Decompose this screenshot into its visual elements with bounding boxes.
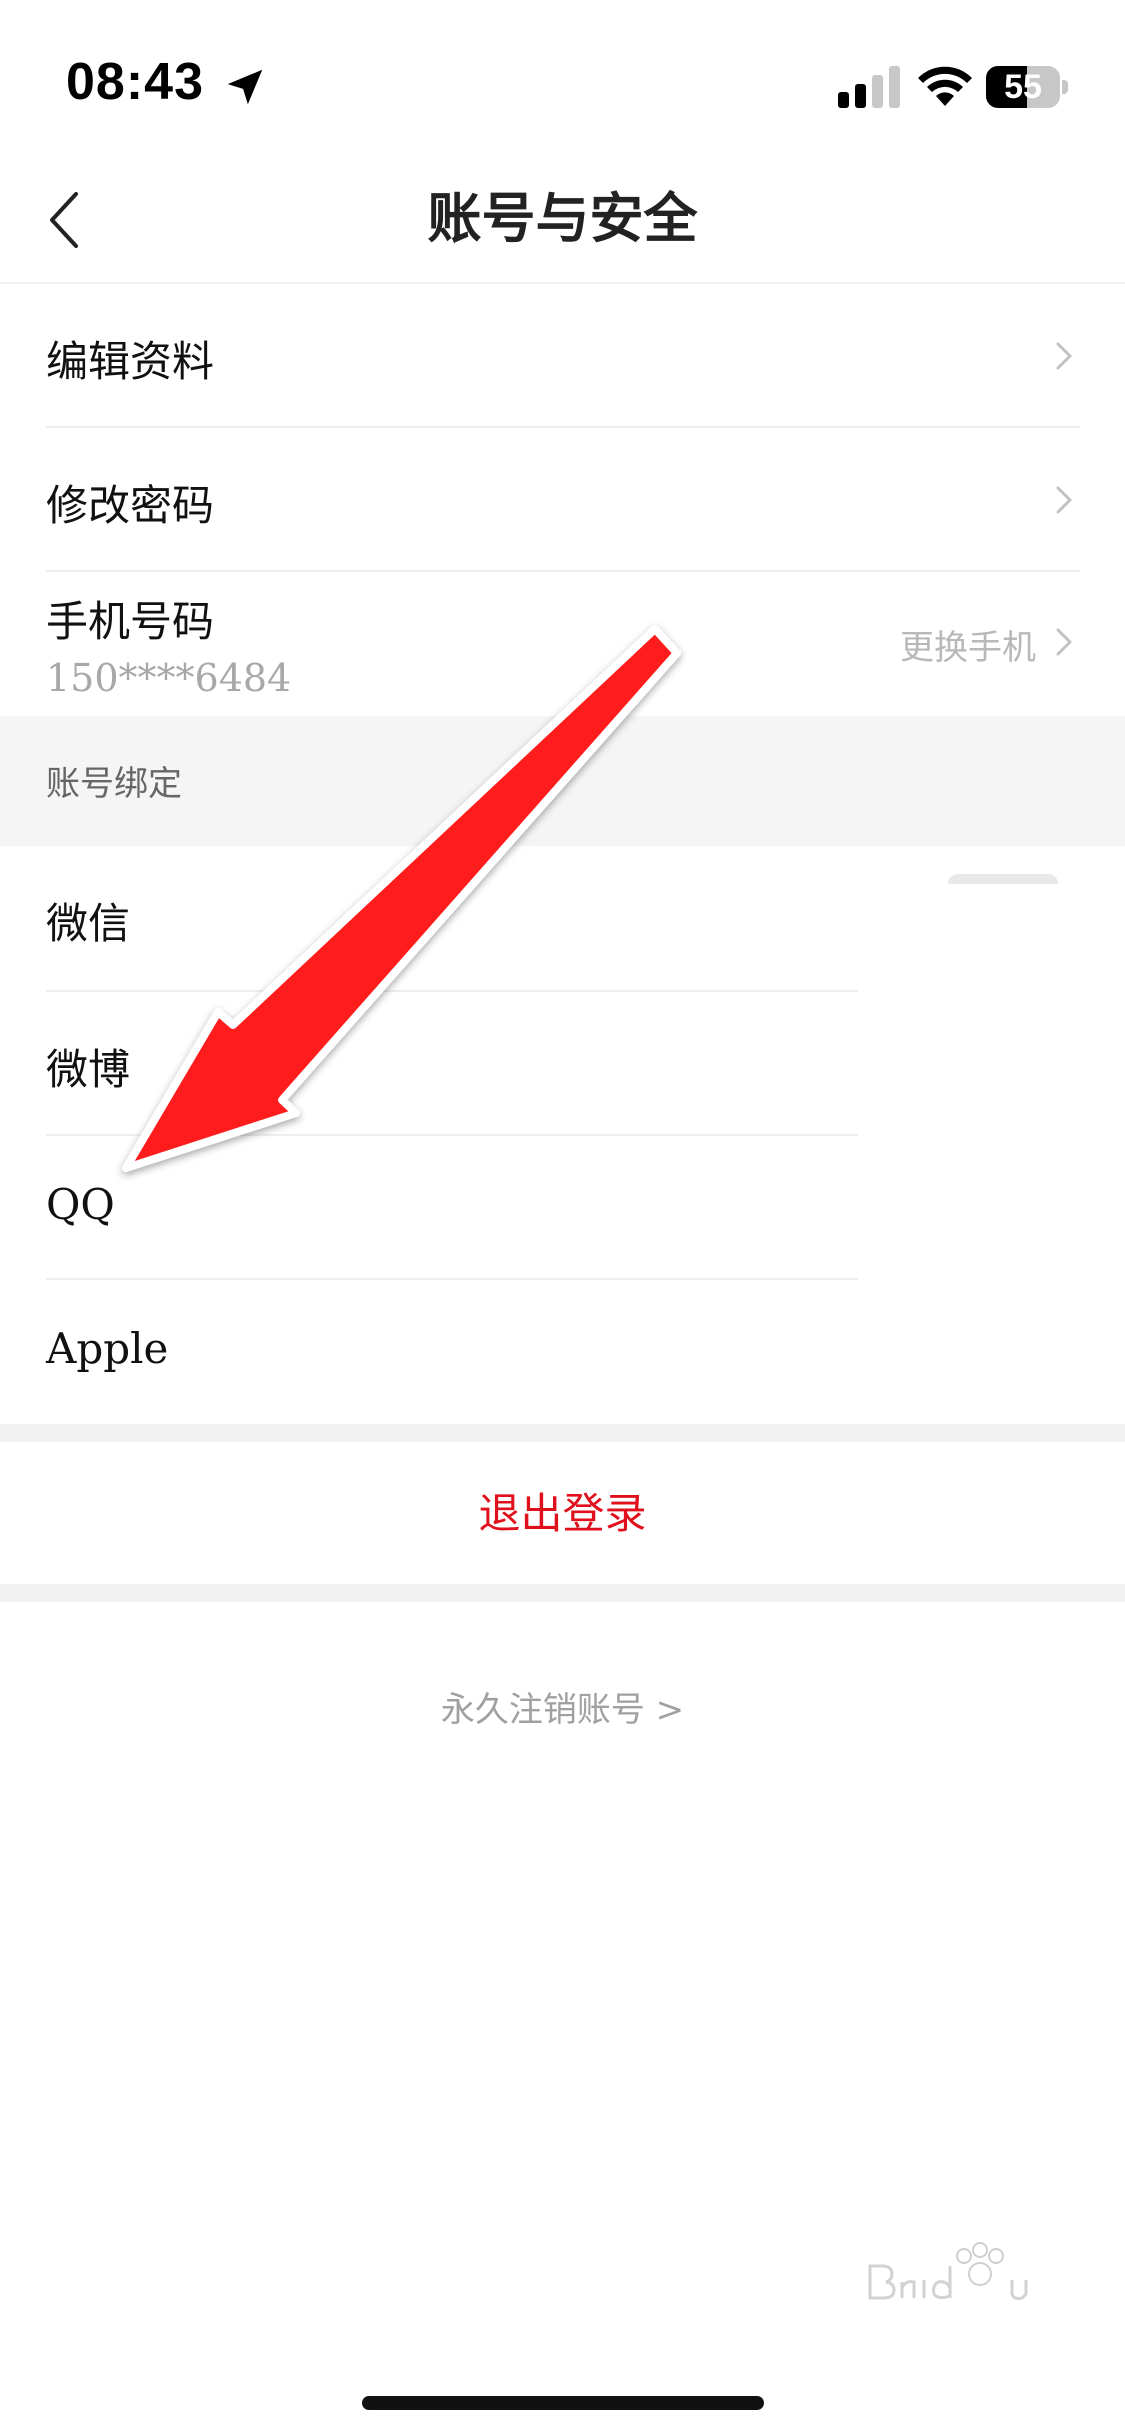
section-gap — [0, 1584, 1125, 1602]
menu-row-change-password[interactable]: 修改密码 — [0, 428, 1125, 570]
cellular-signal-icon — [838, 66, 900, 108]
phone-number: 150****6484 — [46, 656, 292, 700]
chevron-right-icon — [1056, 628, 1072, 656]
change-password-label: 修改密码 — [46, 481, 215, 530]
chevron-right-icon — [1056, 486, 1072, 514]
chevron-right-icon — [1056, 342, 1072, 370]
binding-label-wechat: 微信 — [46, 899, 131, 948]
battery-percent: 55 — [1004, 68, 1042, 106]
status-time: 08:43 — [66, 53, 204, 111]
menu-row-edit-profile[interactable]: 编辑资料 — [0, 284, 1125, 426]
section-title-account-binding: 账号绑定 — [46, 764, 182, 804]
baidu-watermark-icon — [868, 2242, 1028, 2300]
wifi-icon — [918, 66, 972, 106]
binding-label-weibo: 微博 — [46, 1045, 131, 1094]
home-indicator[interactable] — [362, 2396, 764, 2410]
delete-account-link[interactable]: 永久注销账号 > — [0, 1682, 1125, 1731]
logout-button[interactable]: 退出登录 — [0, 1480, 1125, 1541]
binding-label-apple: Apple — [46, 1324, 169, 1373]
change-phone-link[interactable]: 更换手机 — [900, 620, 1036, 669]
section-gap — [0, 1424, 1125, 1442]
location-arrow-icon — [227, 69, 263, 105]
binding-label-qq: QQ — [46, 1180, 115, 1229]
battery-icon: 55 — [986, 66, 1068, 108]
binding-row-qq[interactable]: QQ — [0, 1136, 1125, 1278]
page-title: 账号与安全 — [427, 186, 698, 250]
binding-row-apple[interactable]: Apple — [0, 1280, 1125, 1422]
binding-row-wechat[interactable]: 微信 — [0, 846, 1125, 990]
phone-label: 手机号码 — [46, 597, 215, 646]
binding-row-weibo[interactable]: 微博 — [0, 992, 1125, 1134]
edit-profile-label: 编辑资料 — [46, 337, 215, 386]
